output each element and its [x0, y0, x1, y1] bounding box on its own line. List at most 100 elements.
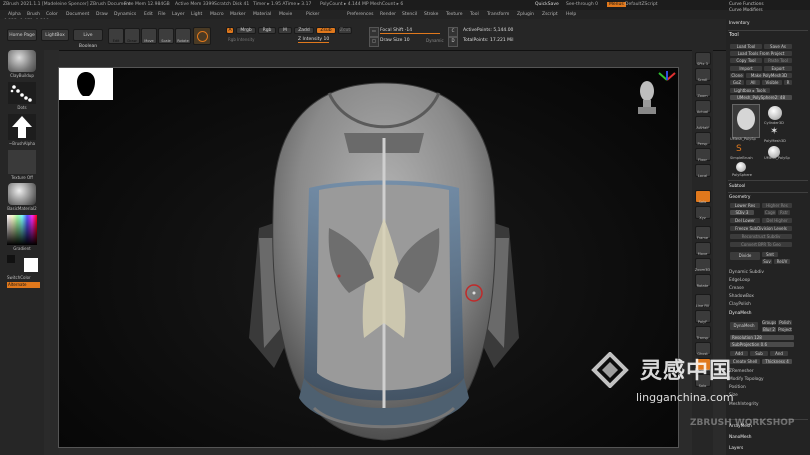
menu-tool[interactable]: Tool — [470, 12, 479, 17]
menu-macro[interactable]: Macro — [210, 12, 224, 17]
menu-movie[interactable]: Movie — [279, 12, 292, 17]
menu-preferences[interactable]: Preferences — [347, 12, 373, 17]
layers[interactable]: Layers — [729, 446, 743, 451]
add-button[interactable]: Add — [730, 351, 748, 356]
alternate-button[interactable]: Alternate — [7, 282, 40, 288]
make-polymesh-button[interactable]: Make PolyMesh3D — [746, 73, 792, 78]
see-through-slider[interactable]: See-through 0 — [566, 2, 598, 7]
texture-icon[interactable] — [8, 150, 36, 174]
groups-toggle[interactable]: Groups — [762, 320, 776, 325]
rgb-button[interactable]: Rgb — [258, 27, 276, 34]
tool-header[interactable]: Tool — [729, 32, 739, 38]
a-button[interactable]: A — [226, 27, 234, 34]
polymesh-star-icon[interactable]: ✶ — [770, 126, 778, 137]
stroke-dots-icon[interactable] — [8, 82, 36, 104]
load-tool-button[interactable]: Load Tool — [730, 44, 762, 49]
menu-brush[interactable]: Brush — [27, 12, 40, 17]
crease[interactable]: Crease — [729, 286, 744, 291]
tool-thumb-umesh[interactable] — [732, 104, 760, 138]
home-page-button[interactable]: Home Page — [7, 29, 37, 41]
live-boolean-button[interactable]: Live Boolean — [73, 29, 103, 49]
material-icon[interactable] — [8, 183, 36, 205]
menu-stencil[interactable]: Stencil — [402, 12, 417, 17]
claypolish[interactable]: ClayPolish — [729, 302, 751, 307]
menu-picker[interactable]: Picker — [306, 12, 319, 17]
tool-thumb-polysphere[interactable] — [736, 162, 746, 172]
move-button[interactable]: Move — [141, 28, 157, 44]
clone-button[interactable]: Clone — [730, 73, 744, 78]
current-tool-slider[interactable]: UMesh_PolySphere2: 48 — [730, 95, 792, 100]
position[interactable]: Position — [729, 385, 746, 390]
main-color-swatch[interactable] — [24, 258, 38, 272]
zadd-button[interactable]: Zadd — [294, 27, 314, 34]
menu-zplugin[interactable]: Zplugin — [517, 12, 534, 17]
tool-thumb-cylinder[interactable] — [768, 106, 782, 120]
menu-zscript[interactable]: Zscript — [542, 12, 558, 17]
smt-toggle[interactable]: Smt — [762, 252, 778, 257]
m-button[interactable]: M — [278, 27, 292, 34]
menu-texture[interactable]: Texture — [446, 12, 462, 17]
subtool-header[interactable]: Subtool — [729, 184, 745, 189]
menu-marker[interactable]: Marker — [230, 12, 246, 17]
shadowbox[interactable]: ShadowBox — [729, 294, 754, 299]
menu-help[interactable]: Help — [566, 12, 576, 17]
paste-tool-button[interactable]: Paste Tool — [764, 58, 792, 63]
polish-toggle[interactable]: Polish — [778, 320, 792, 325]
del-higher-button[interactable]: Del Higher — [762, 218, 792, 223]
goz-button[interactable]: GoZ — [730, 80, 744, 85]
sdiv-slider[interactable]: SDiv 3 — [730, 210, 754, 215]
scale-button[interactable]: Scale — [158, 28, 174, 44]
higher-res-button[interactable]: Higher Res — [762, 203, 792, 208]
sculptris-pro-icon[interactable] — [193, 27, 211, 45]
color-picker[interactable] — [7, 215, 37, 245]
menus-button[interactable]: Menus — [607, 2, 626, 7]
import-button[interactable]: Import — [730, 66, 762, 71]
visible-button[interactable]: Visible — [762, 80, 782, 85]
menu-dynamics[interactable]: Dynamics — [114, 12, 136, 17]
lower-res-button[interactable]: Lower Res — [730, 203, 760, 208]
alpha-arrow-icon[interactable] — [8, 114, 36, 140]
lightbox-tools-button[interactable]: Lightbox ▸ Tools — [730, 88, 770, 93]
menu-draw[interactable]: Draw — [96, 12, 108, 17]
menu-light[interactable]: Light — [191, 12, 202, 17]
menu-edit[interactable]: Edit — [144, 12, 153, 17]
del-lower-button[interactable]: Del Lower — [730, 218, 760, 223]
curve-modifiers[interactable]: Curve Modifiers — [729, 8, 763, 13]
menu-file[interactable]: File — [158, 12, 166, 17]
zremesher[interactable]: ZRemesher — [729, 369, 754, 374]
geometry-header[interactable]: Geometry — [729, 195, 750, 200]
dynamic-toggle[interactable]: Dynamic — [426, 38, 444, 43]
simplebrush-icon[interactable]: S — [736, 144, 742, 154]
r-button[interactable]: R — [784, 80, 792, 85]
dynamesh-button[interactable]: DynaMesh — [730, 322, 758, 330]
default-zscript[interactable]: DefaultZScript — [625, 2, 658, 7]
modify-topology[interactable]: Modify Topology — [729, 377, 764, 382]
reconstruct-subdiv-button[interactable]: Reconstruct Subdiv — [730, 234, 792, 239]
brush-icon[interactable] — [8, 50, 36, 72]
zsub-button[interactable]: Zsub — [316, 27, 336, 34]
freeze-subdiv-button[interactable]: Freeze SubDivision Levels — [730, 226, 792, 231]
zcut-button[interactable]: Zcut — [338, 27, 352, 34]
resolution-slider[interactable]: Resolution 128 — [730, 335, 794, 340]
menu-color[interactable]: Color — [46, 12, 58, 17]
nanomesh[interactable]: NanoMesh — [729, 435, 752, 440]
convert-bpr-button[interactable]: Convert BPR To Geo — [730, 242, 792, 247]
switch-color-button[interactable]: SwitchColor — [7, 275, 31, 280]
lightbox-button[interactable]: LightBox — [41, 29, 69, 41]
export-button[interactable]: Export — [764, 66, 792, 71]
secondary-color-swatch[interactable] — [7, 255, 15, 263]
z-intensity-slider[interactable]: Z Intensity 10 — [298, 37, 330, 43]
dynamesh-header[interactable]: DynaMesh — [729, 311, 752, 316]
rgb-intensity-slider[interactable]: Rgb Intensity — [228, 37, 255, 42]
menu-transform[interactable]: Transform — [487, 12, 509, 17]
all-button[interactable]: All — [746, 80, 760, 85]
rstr-button[interactable]: Rstr — [778, 210, 790, 215]
menu-stroke[interactable]: Stroke — [424, 12, 438, 17]
draw-button[interactable]: Draw — [124, 28, 140, 44]
project-toggle[interactable]: Project — [778, 327, 792, 332]
cage-button[interactable]: Cage — [764, 210, 776, 215]
sub-button[interactable]: Sub — [750, 351, 768, 356]
thickness-slider[interactable]: Thickness 4 — [762, 359, 792, 364]
blur-slider[interactable]: Blur 2 — [762, 327, 776, 332]
menu-document[interactable]: Document — [66, 12, 89, 17]
